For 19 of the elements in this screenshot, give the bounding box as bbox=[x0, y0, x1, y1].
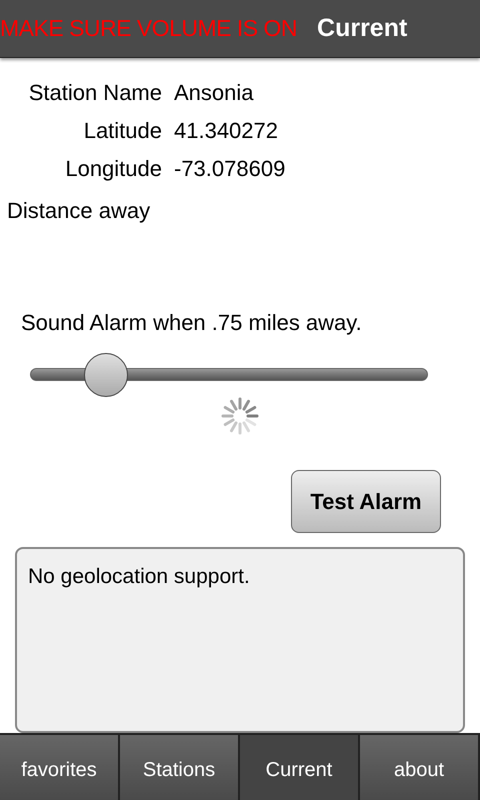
field-label: Station Name bbox=[28, 78, 162, 106]
distance-label: Distance away bbox=[7, 197, 150, 225]
tab[interactable]: Stations bbox=[120, 735, 240, 800]
tab[interactable]: Current bbox=[240, 735, 360, 800]
field-value: Ansonia bbox=[174, 78, 254, 106]
slider-thumb[interactable] bbox=[84, 353, 128, 397]
field-value: -73.078609 bbox=[174, 154, 286, 182]
distance-slider[interactable] bbox=[30, 353, 428, 396]
page-title: Current bbox=[317, 12, 408, 44]
field-value: 41.340272 bbox=[174, 116, 278, 144]
field-label: Latitude bbox=[82, 116, 162, 144]
alarm-label: Sound Alarm when .75 miles away. bbox=[21, 309, 362, 337]
field-label: Longitude bbox=[64, 154, 162, 183]
volume-warning: MAKE SURE VOLUME IS ON bbox=[0, 14, 298, 44]
tab[interactable]: about bbox=[360, 735, 480, 800]
message-text: No geolocation support. bbox=[28, 565, 250, 588]
loading-spinner-icon bbox=[220, 396, 260, 436]
tab[interactable]: favorites bbox=[0, 735, 120, 800]
test-alarm-button[interactable]: Test Alarm bbox=[291, 470, 441, 534]
